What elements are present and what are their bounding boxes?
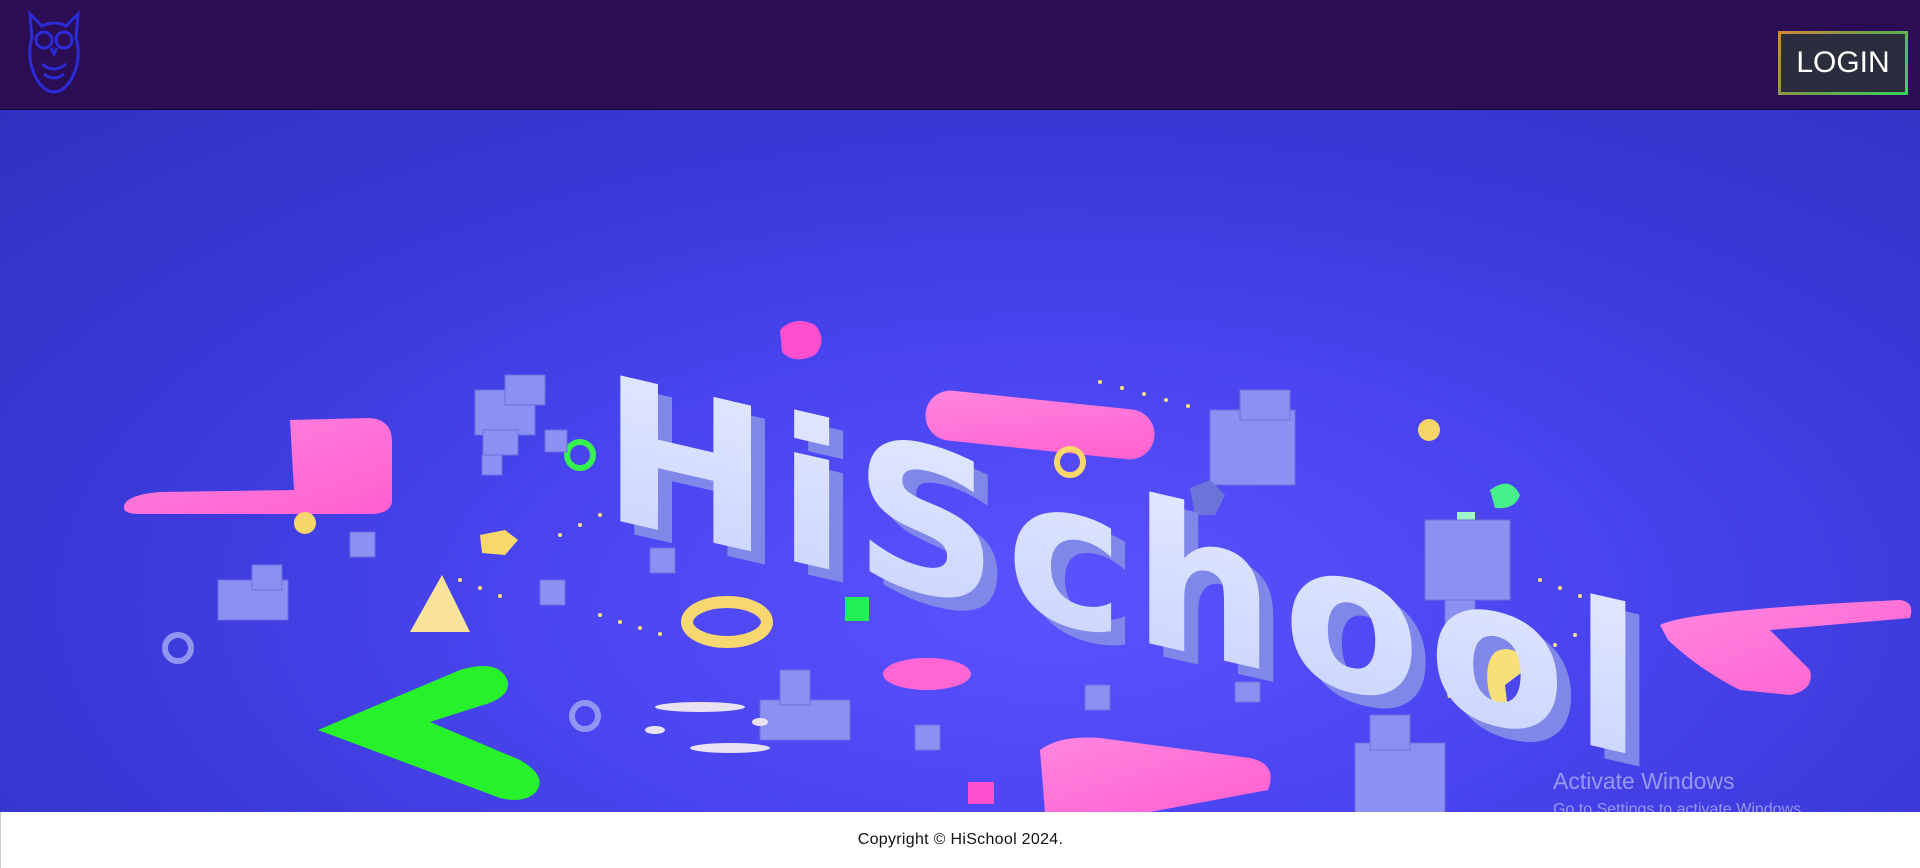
hero-title-art: HiSchool HiSchool	[602, 331, 1664, 812]
hero-title: HiSchool	[602, 331, 1650, 806]
login-button[interactable]: LOGIN	[1778, 31, 1908, 95]
hero-banner: HiSchool HiSchool	[0, 110, 1920, 812]
copyright-text: Copyright © HiSchool 2024.	[857, 831, 1064, 848]
page-footer: Copyright © HiSchool 2024.	[0, 812, 1920, 868]
top-navbar: LOGIN	[0, 0, 1920, 110]
owl-icon[interactable]	[24, 8, 84, 96]
watermark-title: Activate Windows	[1553, 768, 1735, 794]
